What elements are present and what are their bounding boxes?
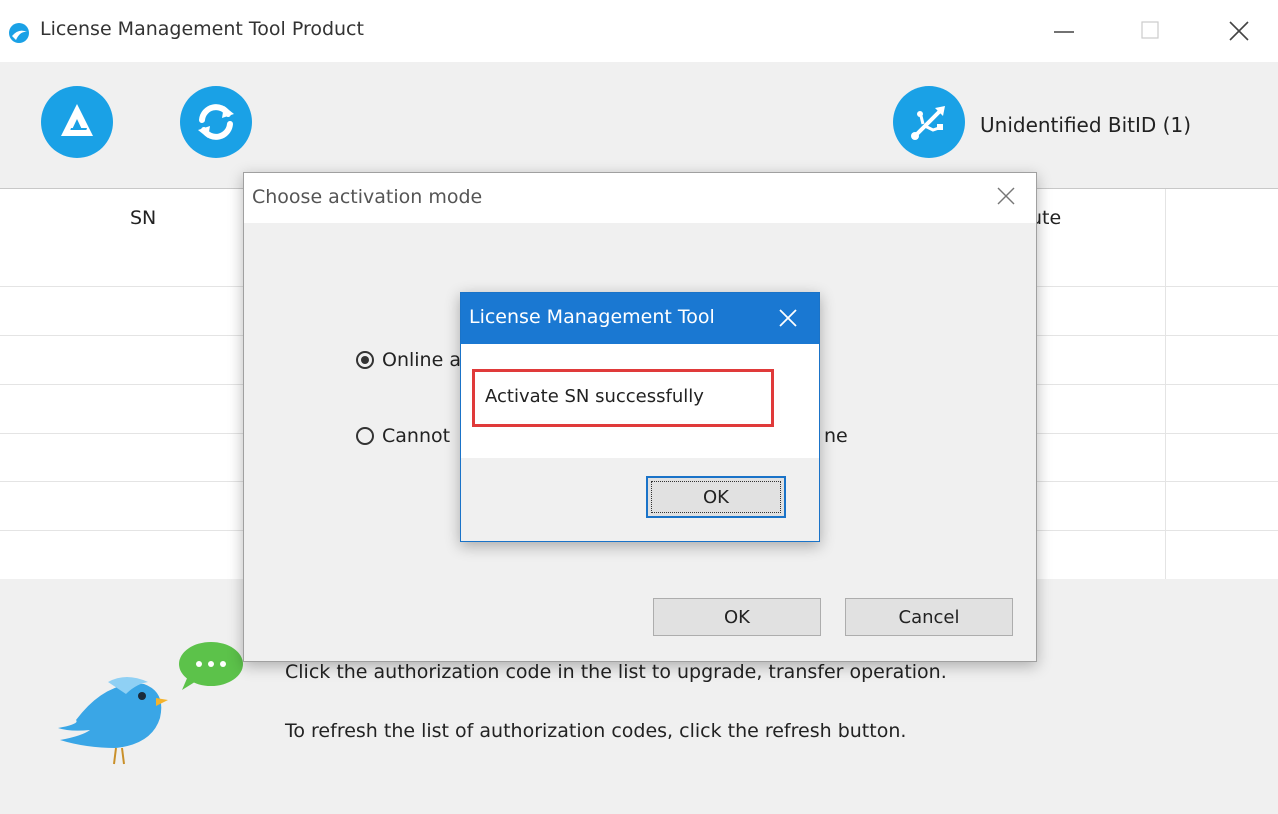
usb-key-icon <box>911 106 945 140</box>
dialog-titlebar[interactable]: Choose activation mode <box>244 173 1036 223</box>
bitid-button[interactable] <box>893 86 965 158</box>
minimize-icon[interactable] <box>1052 18 1076 42</box>
activation-cancel-button[interactable]: Cancel <box>845 598 1013 636</box>
message-dialog-title: License Management Tool <box>469 306 715 328</box>
message-highlight-box: Activate SN successfully <box>472 369 774 427</box>
app-logo-icon <box>9 23 29 43</box>
success-message: Activate SN successfully <box>485 386 704 407</box>
help-text-upgrade: Click the authorization code in the list… <box>285 661 947 683</box>
message-ok-label: OK <box>651 481 781 513</box>
activation-ok-button[interactable]: OK <box>653 598 821 636</box>
activate-button[interactable] <box>41 86 113 158</box>
radio-online-label[interactable]: Online a <box>382 349 461 371</box>
message-close-icon[interactable] <box>777 307 799 329</box>
bird-mascot-icon <box>58 642 243 765</box>
radio-offline-label[interactable]: Cannot <box>382 425 450 447</box>
refresh-icon <box>198 104 234 140</box>
radio-offline-activation[interactable] <box>356 427 374 445</box>
message-ok-button[interactable]: OK <box>646 476 786 518</box>
dialog-close-icon[interactable] <box>994 184 1018 208</box>
bitid-label[interactable]: Unidentified BitID (1) <box>980 113 1191 137</box>
dialog-title: Choose activation mode <box>252 186 483 208</box>
window-titlebar[interactable]: License Management Tool Product <box>0 0 1278 62</box>
column-header-sn[interactable]: SN <box>130 207 156 229</box>
activate-a-icon <box>61 104 93 136</box>
maximize-icon[interactable] <box>1138 18 1162 42</box>
window-title: License Management Tool Product <box>40 18 364 40</box>
help-text-refresh: To refresh the list of authorization cod… <box>285 720 907 742</box>
window-close-icon[interactable] <box>1226 16 1252 44</box>
radio-online-activation[interactable] <box>356 351 374 369</box>
message-body: Activate SN successfully <box>461 344 819 458</box>
refresh-button[interactable] <box>180 86 252 158</box>
success-message-dialog[interactable]: License Management Tool Activate SN succ… <box>460 292 820 542</box>
message-dialog-titlebar[interactable]: License Management Tool <box>461 293 819 344</box>
radio-offline-label-end[interactable]: ne <box>824 425 848 447</box>
